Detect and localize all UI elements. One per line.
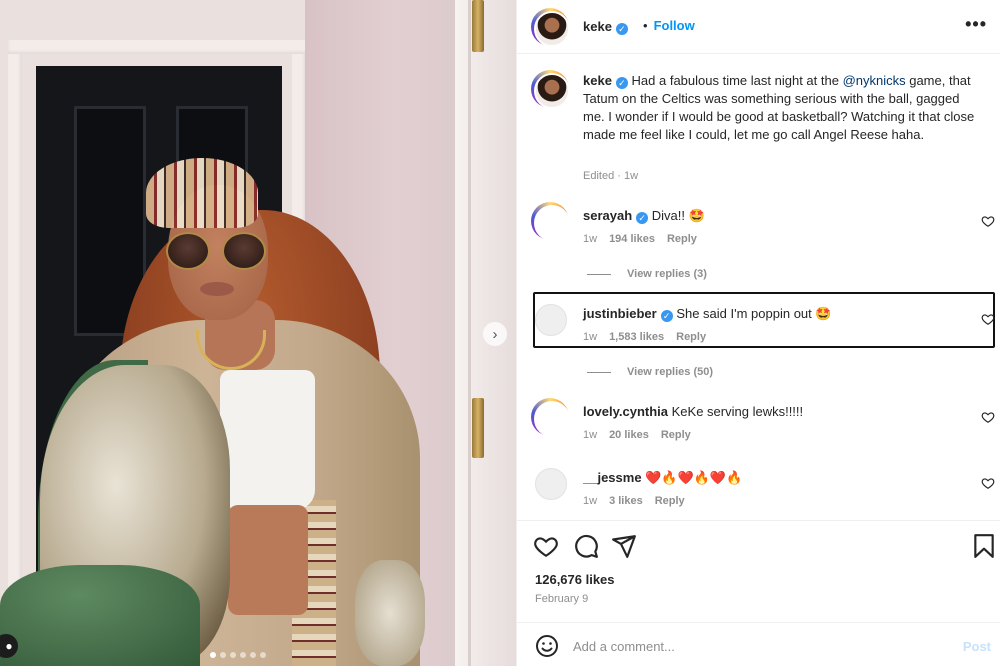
sunglasses	[222, 232, 266, 270]
chevron-right-icon[interactable]: ›	[483, 322, 507, 346]
caption-username[interactable]: keke	[583, 73, 612, 88]
post-sidebar: keke ✓ • Follow ••• keke ✓ Had a fabulous t…	[516, 0, 1000, 666]
comment-row: lovely.cynthia KeKe serving lewks!!!!! 1…	[517, 396, 1000, 446]
comment-username[interactable]: lovely.cynthia	[583, 404, 668, 419]
bookmark-icon[interactable]	[971, 533, 997, 559]
heart-icon[interactable]	[533, 533, 559, 559]
mention-link[interactable]: @nyknicks	[843, 73, 906, 88]
door-trim	[8, 40, 22, 666]
more-icon[interactable]: •••	[965, 14, 987, 35]
comment-icon[interactable]	[573, 533, 599, 559]
white-top	[220, 370, 315, 510]
carousel-dot	[210, 652, 216, 658]
reply-button[interactable]: Reply	[676, 331, 706, 343]
carousel-dot	[250, 652, 256, 658]
verified-icon: ✓	[615, 77, 628, 89]
post-header: keke ✓ • Follow •••	[517, 0, 1000, 54]
view-replies-button[interactable]: View replies (3)	[587, 268, 707, 280]
like-count[interactable]: 126,676 likes	[535, 572, 615, 587]
post-date: February 9	[535, 593, 589, 605]
comment-username[interactable]: __jessme	[583, 470, 642, 485]
post-photo[interactable]: ● ›	[0, 0, 516, 666]
comment-username[interactable]: serayah	[583, 208, 632, 223]
avatar[interactable]	[535, 468, 567, 500]
heart-icon[interactable]	[981, 214, 995, 228]
add-comment-bar: Add a comment... Post	[517, 622, 1000, 666]
comment-text: Diva!! 🤩	[651, 208, 705, 223]
comment-text: ❤️🔥❤️🔥❤️🔥	[645, 470, 743, 485]
comment-username[interactable]: justinbieber	[583, 306, 657, 321]
comment-likes[interactable]: 20 likes	[609, 429, 649, 441]
comment-likes[interactable]: 1,583 likes	[609, 331, 664, 343]
reply-button[interactable]: Reply	[667, 233, 697, 245]
comment-row: __jessme ❤️🔥❤️🔥❤️🔥 1w 3 likes Reply	[517, 462, 1000, 512]
carousel-dot	[240, 652, 246, 658]
sunglasses	[166, 232, 210, 270]
comment-likes[interactable]: 194 likes	[609, 233, 655, 245]
hinge	[472, 398, 484, 458]
comment-text: KeKe serving lewks!!!!!	[671, 404, 804, 419]
avatar[interactable]	[531, 202, 570, 241]
action-bar	[517, 520, 1000, 568]
caption-meta: Edited · 1w	[583, 170, 639, 182]
carousel-dot	[220, 652, 226, 658]
plaid-headscarf	[146, 158, 258, 228]
verified-icon: ✓	[615, 23, 628, 35]
carousel-dots	[210, 652, 266, 658]
comment-text: She said I'm poppin out 🤩	[676, 306, 832, 321]
smile-icon[interactable]	[535, 634, 559, 658]
reply-button[interactable]: Reply	[655, 495, 685, 507]
carousel-dot	[230, 652, 236, 658]
reply-button[interactable]: Reply	[661, 429, 691, 441]
comment-likes[interactable]: 3 likes	[609, 495, 643, 507]
verified-icon: ✓	[636, 212, 649, 224]
heart-icon[interactable]	[981, 476, 995, 490]
author-username[interactable]: keke	[583, 19, 612, 34]
follow-button[interactable]: Follow	[654, 18, 695, 33]
heart-icon[interactable]	[981, 410, 995, 424]
comment-input[interactable]: Add a comment...	[573, 639, 675, 654]
door-trim	[8, 40, 313, 54]
avatar[interactable]	[535, 304, 567, 336]
avatar[interactable]	[531, 8, 570, 47]
avatar[interactable]	[531, 398, 570, 437]
comment-row: serayah ✓ Diva!! 🤩 1w 194 likes Reply	[517, 200, 1000, 250]
hinge	[472, 0, 484, 52]
heart-icon[interactable]	[981, 312, 995, 326]
post-caption: keke ✓ Had a fabulous time last night at …	[583, 73, 975, 142]
green-bag	[0, 565, 200, 666]
verified-icon: ✓	[660, 310, 673, 322]
comment-row: justinbieber ✓ She said I'm poppin out 🤩 …	[517, 298, 1000, 348]
share-icon[interactable]	[611, 533, 637, 559]
avatar[interactable]	[531, 70, 570, 109]
carousel-dot	[260, 652, 266, 658]
view-replies-button[interactable]: View replies (50)	[587, 366, 713, 378]
post-button[interactable]: Post	[963, 639, 991, 654]
